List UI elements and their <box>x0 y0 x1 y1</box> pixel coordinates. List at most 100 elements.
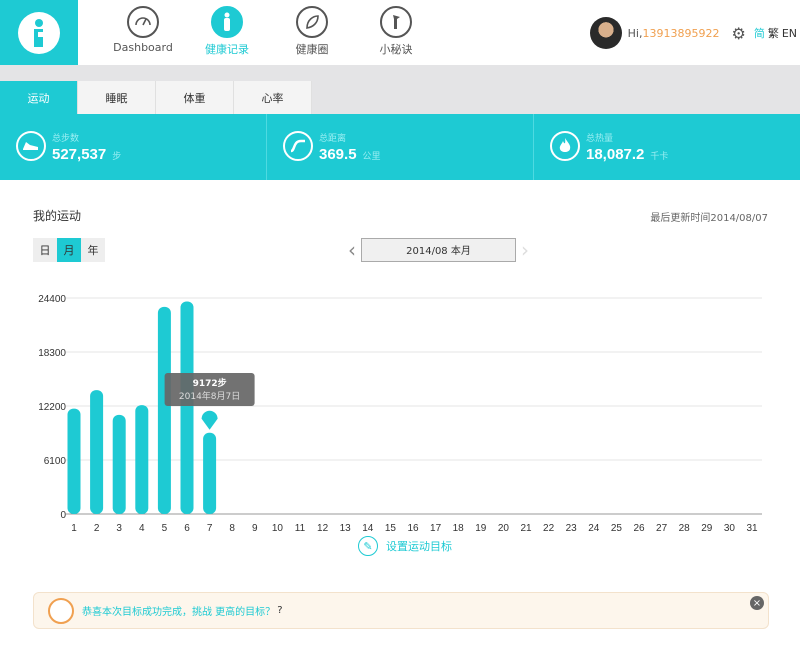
y-tick-label: 0 <box>60 510 66 521</box>
nav-label: 健康圈 <box>295 43 329 56</box>
last-updated: 最后更新时间2014/08/07 <box>650 213 768 224</box>
bar-day-1 <box>67 408 81 514</box>
lang-en[interactable]: EN <box>782 27 797 40</box>
bar-day-6 <box>180 301 194 514</box>
y-tick-label: 24400 <box>38 294 66 305</box>
date-navigator: ‹ 2014/08 本月 › <box>343 237 534 262</box>
body-icon <box>211 6 243 38</box>
chevron-right-icon[interactable]: › <box>516 238 534 262</box>
message-question-mark: ? <box>277 605 283 616</box>
x-tick-label: 26 <box>633 523 645 534</box>
tip-icon <box>48 598 74 624</box>
tab-heart-rate[interactable]: 心率 <box>234 81 312 114</box>
x-tick-label: 23 <box>566 523 578 534</box>
tab-sleep[interactable]: 睡眠 <box>78 81 156 114</box>
x-tick-label: 29 <box>701 523 713 534</box>
range-selector: 日 月 年 <box>33 238 105 262</box>
tab-weight[interactable]: 体重 <box>156 81 234 114</box>
message-text[interactable]: 恭喜本次目标成功完成，挑战 更高的目标？ <box>82 603 275 618</box>
x-tick-label: 5 <box>162 523 168 534</box>
section-title: 我的运动 <box>33 209 82 223</box>
tip-icon <box>380 6 412 38</box>
lang-traditional[interactable]: 繁 <box>768 25 779 41</box>
x-tick-label: 14 <box>362 523 374 534</box>
road-icon <box>283 131 313 161</box>
logo-mark <box>18 11 60 54</box>
x-tick-label: 25 <box>611 523 623 534</box>
steps-chart: 061001220018300244001 2 3 4 5 6 7 8 9 10 11 12 13 14 1… <box>38 294 762 534</box>
x-tick-label: 22 <box>543 523 555 534</box>
stat-distance: 总距离 369.5 公里 <box>267 114 534 180</box>
close-icon[interactable]: × <box>750 596 764 610</box>
avatar[interactable] <box>589 17 622 49</box>
nav-label: Dashboard <box>113 41 173 54</box>
nav-health-records[interactable]: 健康记录 <box>182 6 272 57</box>
x-tick-label: 8 <box>229 523 235 534</box>
goal-message: 恭喜本次目标成功完成，挑战 更高的目标？ ? <box>33 592 769 629</box>
x-tick-label: 30 <box>724 523 736 534</box>
user-phone[interactable]: 13913895922 <box>642 27 719 40</box>
nav-health-circle[interactable]: 健康圈 <box>267 6 357 57</box>
tooltip-marker <box>201 410 218 430</box>
stat-label: 总热量 <box>586 134 614 144</box>
lang-simplified[interactable]: 简 <box>754 25 765 41</box>
set-goal-link[interactable]: ✎ 设置运动目标 <box>358 536 452 556</box>
x-tick-label: 10 <box>272 523 284 534</box>
x-tick-label: 20 <box>498 523 510 534</box>
x-tick-label: 3 <box>116 523 122 534</box>
date-period[interactable]: 2014/08 本月 <box>361 237 516 262</box>
x-tick-label: 17 <box>430 523 442 534</box>
range-day-button[interactable]: 日 <box>33 238 57 262</box>
x-tick-label: 9 <box>252 523 258 534</box>
x-tick-label: 6 <box>184 523 190 534</box>
x-tick-label: 11 <box>295 523 306 534</box>
tooltip-date: 2014年8月7日 <box>179 390 240 402</box>
nav-dashboard[interactable]: Dashboard <box>98 6 188 54</box>
y-tick-label: 18300 <box>38 348 66 359</box>
x-tick-label: 7 <box>207 523 213 534</box>
x-tick-label: 18 <box>453 523 465 534</box>
user-area: Hi, 13913895922 ⚙ 简 繁 EN <box>589 16 800 50</box>
stat-value: 369.5 公里 <box>319 146 381 163</box>
x-tick-label: 21 <box>520 523 532 534</box>
pencil-icon: ✎ <box>358 536 378 556</box>
flame-icon <box>550 131 580 161</box>
gear-icon[interactable]: ⚙ <box>731 24 745 43</box>
app-logo[interactable] <box>0 0 78 65</box>
nav-label: 小秘诀 <box>379 43 413 56</box>
gauge-icon <box>127 6 159 38</box>
stat-steps: 总步数 527,537 步 <box>0 114 267 180</box>
shoe-icon <box>16 131 46 161</box>
range-year-button[interactable]: 年 <box>81 238 105 262</box>
chevron-left-icon[interactable]: ‹ <box>343 238 361 262</box>
bar-day-4 <box>135 405 149 514</box>
summary-stats: 总步数 527,537 步 总距离 369.5 公里 总热量 18,087.2 千卡 <box>0 114 800 180</box>
x-tick-label: 1 <box>71 523 77 534</box>
greeting: Hi, <box>627 26 643 40</box>
x-tick-label: 2 <box>94 523 100 534</box>
bar-day-2 <box>90 390 104 514</box>
stat-label: 总步数 <box>52 134 80 144</box>
x-tick-label: 27 <box>656 523 668 534</box>
nav-tips[interactable]: 小秘诀 <box>351 6 441 57</box>
x-tick-label: 12 <box>317 523 329 534</box>
x-tick-label: 24 <box>588 523 600 534</box>
stat-calories: 总热量 18,087.2 千卡 <box>534 114 800 180</box>
x-tick-label: 16 <box>407 523 419 534</box>
x-tick-label: 13 <box>340 523 352 534</box>
stat-value: 527,537 步 <box>52 146 122 163</box>
tab-exercise[interactable]: 运动 <box>0 81 78 114</box>
x-tick-label: 19 <box>475 523 487 534</box>
bar-day-7 <box>203 432 217 514</box>
nav-label: 健康记录 <box>205 43 249 56</box>
bar-day-3 <box>112 414 126 514</box>
x-tick-label: 28 <box>679 523 691 534</box>
set-goal-label: 设置运动目标 <box>386 540 452 553</box>
stat-label: 总距离 <box>319 134 347 144</box>
range-month-button[interactable]: 月 <box>57 238 81 262</box>
stat-value: 18,087.2 千卡 <box>586 146 669 163</box>
tooltip-value: 9172步 <box>193 377 227 389</box>
bar-day-5 <box>157 306 171 514</box>
y-tick-label: 12200 <box>38 402 66 413</box>
x-tick-label: 4 <box>139 523 145 534</box>
